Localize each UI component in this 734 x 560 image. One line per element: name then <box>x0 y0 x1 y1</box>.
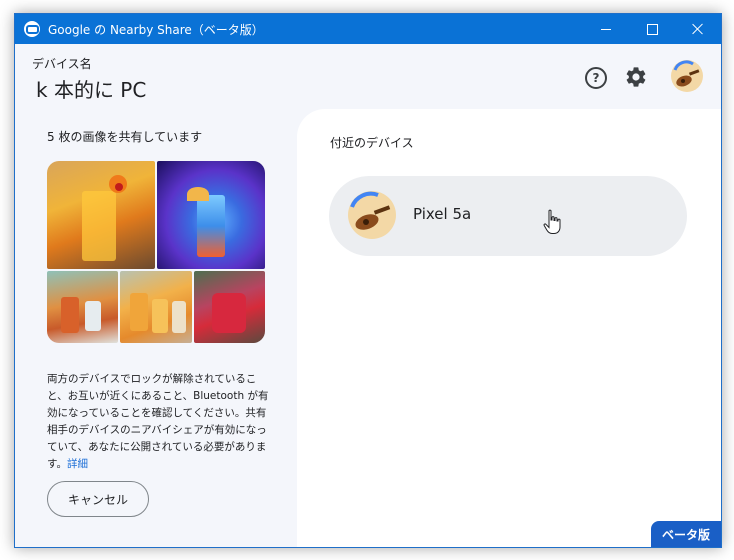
shared-image-2 <box>157 161 265 269</box>
device-card-pixel-5a[interactable]: Pixel 5a <box>329 176 687 256</box>
close-icon <box>692 23 704 35</box>
close-button[interactable] <box>675 14 721 44</box>
minimize-icon <box>601 28 611 30</box>
nearby-share-window: Google の Nearby Share（ベータ版） デバイス名 k 本的に … <box>14 13 722 548</box>
hand-cursor-icon <box>543 209 561 234</box>
help-icon[interactable]: ? <box>585 67 607 89</box>
title-bar: Google の Nearby Share（ベータ版） <box>15 14 721 44</box>
nearby-devices-panel: 付近のデバイス Pixel 5a <box>297 109 721 547</box>
details-link[interactable]: 詳細 <box>67 458 88 470</box>
cancel-button[interactable]: キャンセル <box>47 481 149 517</box>
nearby-devices-title: 付近のデバイス <box>330 136 414 150</box>
account-avatar[interactable] <box>671 60 703 92</box>
requirements-description: 両方のデバイスでロックが解除されていること、お互いが近くにあること、Blueto… <box>47 373 269 470</box>
shared-image-1 <box>47 161 155 269</box>
image-grid <box>47 161 265 343</box>
gear-icon[interactable] <box>624 65 648 89</box>
device-name: k 本的に PC <box>36 78 147 102</box>
help-symbol: ? <box>592 71 600 85</box>
sharing-panel: 5 枚の画像を共有しています 両方のデバイスでロックが解除されていること、お互い… <box>15 109 297 547</box>
nearby-share-app-icon <box>24 21 40 37</box>
maximize-icon <box>646 23 658 35</box>
maximize-button[interactable] <box>629 14 675 44</box>
shared-image-4 <box>120 271 192 343</box>
shared-image-3 <box>47 271 118 343</box>
window-title: Google の Nearby Share（ベータ版） <box>48 23 264 37</box>
beta-badge: ベータ版 <box>651 521 721 547</box>
device-avatar <box>348 191 396 239</box>
guitar-icon <box>350 191 391 230</box>
device-name-label: デバイス名 <box>32 57 92 71</box>
sharing-status: 5 枚の画像を共有しています <box>47 130 203 144</box>
minimize-button[interactable] <box>583 14 629 44</box>
requirements-text: 両方のデバイスでロックが解除されていること、お互いが近くにあること、Blueto… <box>47 371 269 473</box>
guitar-icon <box>673 60 700 87</box>
device-name-label: Pixel 5a <box>413 205 472 223</box>
shared-image-5 <box>194 271 265 343</box>
